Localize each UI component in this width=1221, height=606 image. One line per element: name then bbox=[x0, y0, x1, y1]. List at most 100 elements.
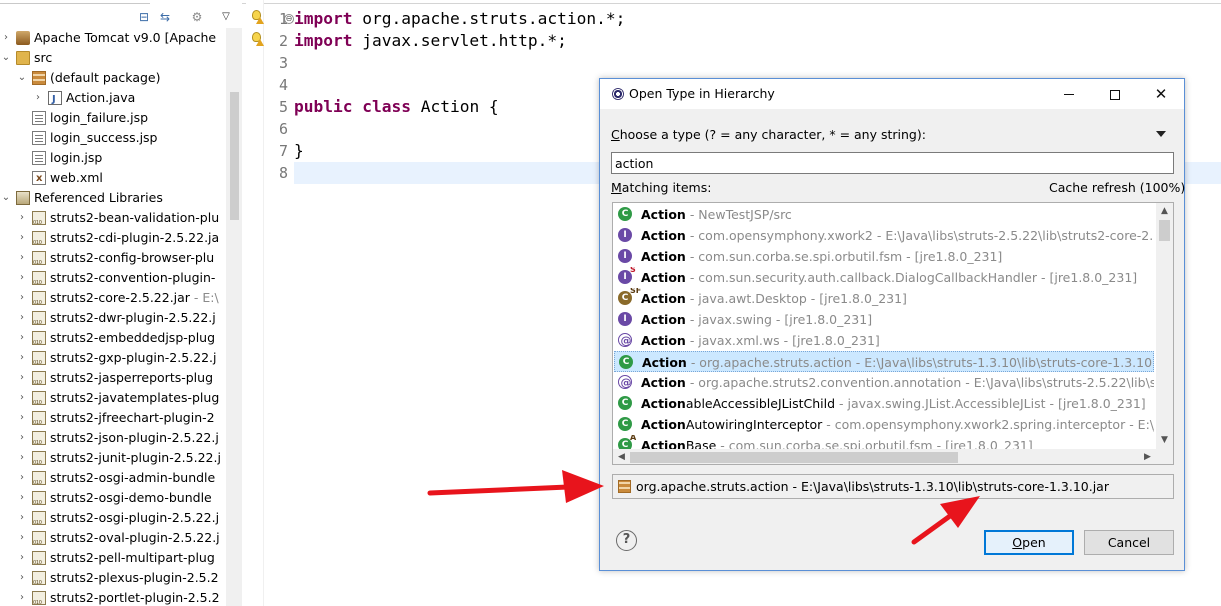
tree-item[interactable]: › struts2-osgi-plugin-2.5.22.j bbox=[0, 508, 226, 528]
tree-item[interactable]: › struts2-oval-plugin-2.5.22.j bbox=[0, 528, 226, 548]
tree-item[interactable]: › struts2-embeddedjsp-plug bbox=[0, 328, 226, 348]
code-line[interactable]: import org.apache.struts.action.*; bbox=[294, 8, 625, 30]
scroll-right-icon[interactable]: ▶ bbox=[1139, 449, 1156, 464]
chevron-right-icon[interactable]: › bbox=[16, 508, 28, 528]
tree-item[interactable]: › struts2-config-browser-plu bbox=[0, 248, 226, 268]
tree-item[interactable]: › struts2-json-plugin-2.5.22.j bbox=[0, 428, 226, 448]
tree-item[interactable]: › Apache Tomcat v9.0 [Apache bbox=[0, 28, 226, 48]
chevron-right-icon[interactable]: › bbox=[16, 388, 28, 408]
chevron-right-icon[interactable]: › bbox=[16, 308, 28, 328]
explorer-scroll-thumb[interactable] bbox=[230, 92, 239, 220]
tree-item[interactable]: ⌄ src bbox=[0, 48, 226, 68]
scroll-left-icon[interactable]: ◀ bbox=[613, 449, 630, 464]
tree-item[interactable]: › struts2-osgi-admin-bundle bbox=[0, 468, 226, 488]
tree-item[interactable]: › struts2-gxp-plugin-2.5.22.j bbox=[0, 348, 226, 368]
chevron-right-icon[interactable]: › bbox=[16, 408, 28, 428]
match-rows[interactable]: C Action - NewTestJSP/src I Action - com.op… bbox=[613, 203, 1156, 449]
tree-item[interactable]: ⌄ Referenced Libraries bbox=[0, 188, 226, 208]
chevron-right-icon[interactable]: › bbox=[16, 428, 28, 448]
code-line[interactable]: import javax.servlet.http.*; bbox=[294, 30, 567, 52]
chevron-right-icon[interactable]: › bbox=[32, 88, 44, 108]
quick-fix-warning-icon[interactable] bbox=[250, 31, 264, 47]
tree-item[interactable]: › struts2-dwr-plugin-2.5.22.j bbox=[0, 308, 226, 328]
list-vertical-scrollbar[interactable]: ▲ ▼ bbox=[1156, 203, 1173, 449]
chevron-down-icon[interactable]: ⌄ bbox=[0, 48, 12, 68]
open-button[interactable]: Open bbox=[984, 530, 1074, 555]
tree-item[interactable]: web.xml bbox=[0, 168, 226, 188]
match-item[interactable]: C SF Action - java.awt.Desktop - [jre1.8.0… bbox=[614, 288, 1154, 309]
quick-fix-warning-icon[interactable] bbox=[250, 9, 264, 25]
match-item[interactable]: @ Action - javax.xml.ws - [jre1.8.0_231] bbox=[614, 330, 1154, 351]
chevron-down-icon[interactable]: ⌄ bbox=[16, 68, 28, 88]
collapse-all-icon[interactable]: ⊟ bbox=[137, 10, 151, 24]
help-button[interactable]: ? bbox=[616, 530, 637, 551]
tree-item[interactable]: › struts2-portlet-plugin-2.5.2 bbox=[0, 588, 226, 606]
tree-item[interactable]: › struts2-junit-plugin-2.5.22.j bbox=[0, 448, 226, 468]
tree-item[interactable]: › struts2-jfreechart-plugin-2 bbox=[0, 408, 226, 428]
match-item[interactable]: C Action - org.apache.struts.action - E:\… bbox=[614, 351, 1154, 372]
chevron-right-icon[interactable]: › bbox=[16, 368, 28, 388]
chevron-down-icon[interactable]: ⌄ bbox=[0, 188, 12, 208]
tree-item[interactable]: login_success.jsp bbox=[0, 128, 226, 148]
match-item[interactable]: C A ActionBase - com.sun.corba.se.spi.orbu… bbox=[614, 435, 1154, 449]
tree-item[interactable]: › struts2-bean-validation-plu bbox=[0, 208, 226, 228]
fold-collapse-icon[interactable]: ⊖ bbox=[284, 14, 294, 24]
chevron-right-icon[interactable]: › bbox=[16, 288, 28, 308]
class-icon: C bbox=[618, 207, 632, 221]
code-line[interactable]: public class Action { bbox=[294, 96, 499, 118]
tree-item[interactable]: › struts2-osgi-demo-bundle bbox=[0, 488, 226, 508]
chevron-right-icon[interactable]: › bbox=[16, 488, 28, 508]
tree-item[interactable]: › struts2-convention-plugin- bbox=[0, 268, 226, 288]
tree-item[interactable]: › Action.java bbox=[0, 88, 226, 108]
scroll-down-icon[interactable]: ▼ bbox=[1156, 432, 1173, 449]
chevron-right-icon[interactable]: › bbox=[16, 228, 28, 248]
list-horizontal-scrollbar[interactable]: ◀ ▶ bbox=[613, 449, 1156, 464]
link-with-editor-icon[interactable]: ⇆ bbox=[158, 10, 172, 24]
chevron-right-icon[interactable]: › bbox=[16, 268, 28, 288]
code-line[interactable]: } bbox=[294, 140, 304, 162]
focus-icon[interactable]: ⚙ bbox=[190, 10, 204, 24]
tree-item[interactable]: › struts2-plexus-plugin-2.5.2 bbox=[0, 568, 226, 588]
match-item[interactable]: @ Action - org.apache.struts2.convention.… bbox=[614, 372, 1154, 393]
code-keyword: import bbox=[294, 9, 353, 28]
matching-items-list[interactable]: C Action - NewTestJSP/src I Action - com.op… bbox=[612, 202, 1174, 465]
match-item[interactable]: I Action - javax.swing - [jre1.8.0_231] bbox=[614, 309, 1154, 330]
chevron-right-icon[interactable]: › bbox=[16, 528, 28, 548]
tree-item[interactable]: › struts2-core-2.5.22.jar - E:\ bbox=[0, 288, 226, 308]
tree-item[interactable]: › struts2-javatemplates-plug bbox=[0, 388, 226, 408]
tree-item[interactable]: › struts2-jasperreports-plug bbox=[0, 368, 226, 388]
horizontal-scroll-thumb[interactable] bbox=[630, 452, 958, 463]
type-filter-input[interactable] bbox=[611, 152, 1174, 174]
vertical-scroll-thumb[interactable] bbox=[1159, 220, 1170, 241]
match-item[interactable]: I Action - com.sun.corba.se.spi.orbutil.f… bbox=[614, 246, 1154, 267]
maximize-button[interactable] bbox=[1092, 79, 1138, 109]
chevron-right-icon[interactable]: › bbox=[0, 28, 12, 48]
chevron-right-icon[interactable]: › bbox=[16, 548, 28, 568]
tree-item[interactable]: login.jsp bbox=[0, 148, 226, 168]
match-item[interactable]: I S Action - com.sun.security.auth.callbac… bbox=[614, 267, 1154, 288]
chevron-right-icon[interactable]: › bbox=[16, 568, 28, 588]
history-dropdown-chevron-down-icon[interactable] bbox=[1156, 131, 1166, 137]
tree-item[interactable]: › struts2-pell-multipart-plug bbox=[0, 548, 226, 568]
match-item[interactable]: C Action - NewTestJSP/src bbox=[614, 204, 1154, 225]
minimize-button[interactable] bbox=[1046, 79, 1092, 109]
match-item[interactable]: C ActionAutowiringInterceptor - com.opens… bbox=[614, 414, 1154, 435]
view-menu-chevron-down-icon[interactable]: ▽ bbox=[219, 10, 233, 24]
chevron-right-icon[interactable]: › bbox=[16, 448, 28, 468]
scroll-up-icon[interactable]: ▲ bbox=[1156, 203, 1173, 220]
chevron-right-icon[interactable]: › bbox=[16, 248, 28, 268]
match-item[interactable]: C ActionableAccessibleJListChild - javax.… bbox=[614, 393, 1154, 414]
close-button[interactable]: ✕ bbox=[1138, 79, 1184, 109]
tree-item[interactable]: login_failure.jsp bbox=[0, 108, 226, 128]
tree-item[interactable]: ⌄ (default package) bbox=[0, 68, 226, 88]
tree-item[interactable]: › struts2-cdi-plugin-2.5.22.ja bbox=[0, 228, 226, 248]
explorer-scrollbar[interactable] bbox=[226, 28, 242, 606]
chevron-right-icon[interactable]: › bbox=[16, 468, 28, 488]
cancel-button[interactable]: Cancel bbox=[1084, 530, 1174, 555]
chevron-right-icon[interactable]: › bbox=[16, 348, 28, 368]
chevron-right-icon[interactable]: › bbox=[16, 208, 28, 228]
match-item[interactable]: I Action - com.opensymphony.xwork2 - E:\J… bbox=[614, 225, 1154, 246]
chevron-right-icon[interactable]: › bbox=[16, 328, 28, 348]
dialog-title-bar[interactable]: Open Type in Hierarchy ✕ bbox=[600, 79, 1184, 109]
chevron-right-icon[interactable]: › bbox=[16, 588, 28, 606]
